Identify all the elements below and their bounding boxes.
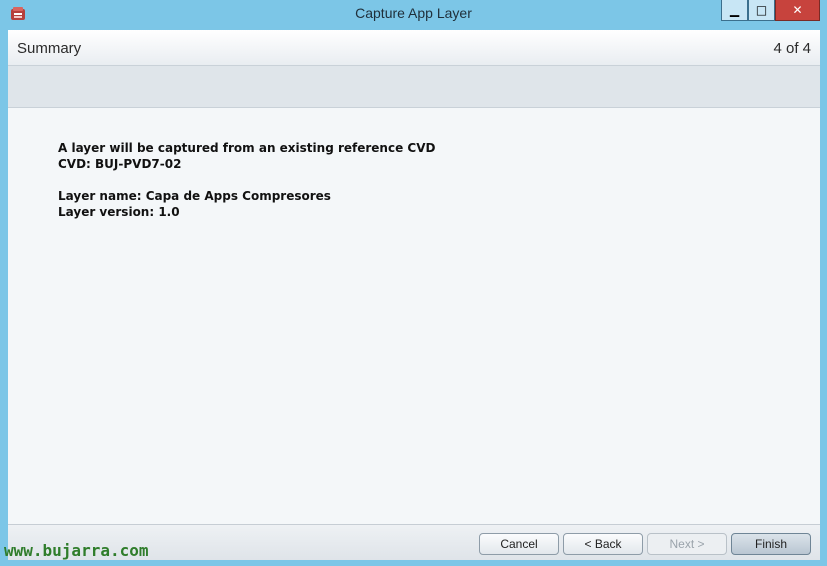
close-button[interactable]: ✕ — [775, 0, 820, 21]
step-indicator: 4 of 4 — [773, 40, 811, 57]
window-title: Capture App Layer — [355, 5, 472, 21]
minimize-icon: ▁ — [729, 3, 740, 17]
maximize-button[interactable]: □ — [748, 0, 775, 21]
maximize-icon: □ — [755, 3, 768, 17]
summary-capture-line: A layer will be captured from an existin… — [58, 141, 436, 155]
back-button[interactable]: < Back — [563, 533, 643, 555]
summary-layer-version-line: Layer version: 1.0 — [58, 205, 180, 219]
finish-button[interactable]: Finish — [731, 533, 811, 555]
summary-cvd-line: CVD: BUJ-PVD7-02 — [58, 157, 182, 171]
watermark-text: www.bujarra.com — [4, 541, 149, 560]
summary-panel: A layer will be captured from an existin… — [8, 108, 820, 524]
cancel-button[interactable]: Cancel — [479, 533, 559, 555]
summary-layer-name-line: Layer name: Capa de Apps Compresores — [58, 189, 331, 203]
close-icon: ✕ — [792, 3, 803, 17]
minimize-button[interactable]: ▁ — [721, 0, 748, 21]
next-button[interactable]: Next > — [647, 533, 727, 555]
summary-text: A layer will be captured from an existin… — [58, 140, 435, 220]
wizard-header: Summary 4 of 4 — [8, 30, 820, 66]
page-title: Summary — [17, 40, 82, 57]
capture-app-layer-window: Capture App Layer ▁ □ ✕ Summary 4 of 4 A… — [0, 0, 827, 566]
wizard-client-area: Summary 4 of 4 A layer will be captured … — [8, 30, 820, 560]
header-band — [8, 66, 820, 108]
title-bar[interactable]: Capture App Layer ▁ □ ✕ — [0, 0, 827, 30]
